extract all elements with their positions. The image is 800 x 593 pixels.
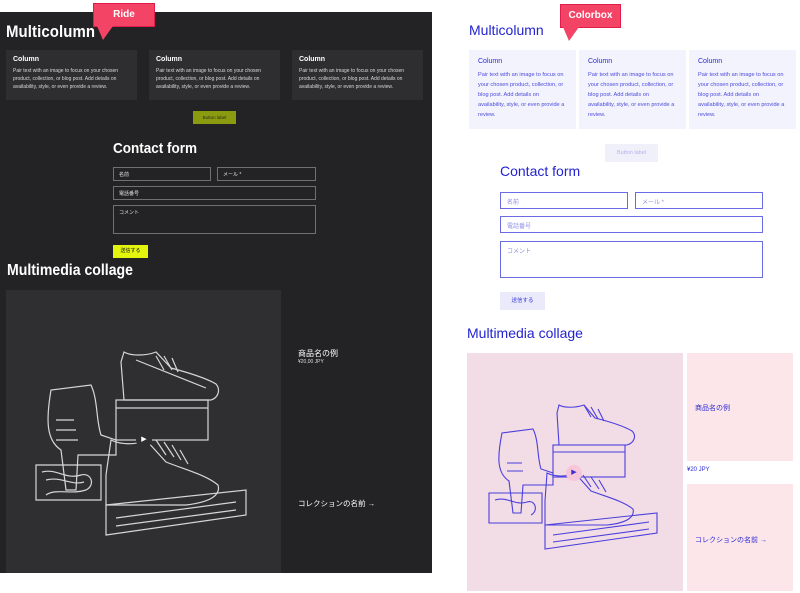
contact-form-title: Contact form [500,163,581,179]
callout-label: Ride [113,9,135,20]
phone-field[interactable]: 電話番号 [113,186,316,200]
column-text: Pair text with an image to focus on your… [588,72,675,118]
ride-theme-preview: Multicolumn Column Pair text with an ima… [0,12,432,573]
column-title: Column [13,56,40,63]
collection-link[interactable]: コレクションの名前 → [298,498,375,509]
column-card: Column Pair text with an image to focus … [469,50,576,129]
play-icon[interactable]: ▶ [569,468,579,478]
multicolumn-button[interactable]: Button label [193,111,236,124]
comment-field[interactable]: コメント [500,241,763,278]
column-text: Pair text with an image to focus on your… [156,68,262,90]
multicolumn-title: Multicolumn [469,22,544,38]
collage-video-tile[interactable]: ▶ [467,353,683,591]
play-icon[interactable]: ▶ [139,435,149,445]
column-title: Column [478,58,503,65]
column-title: Column [299,56,326,63]
column-card: Column Pair text with an image to focus … [292,50,423,100]
email-field[interactable]: メール * [217,167,316,181]
collage-video-tile[interactable]: ▶ [6,290,281,573]
column-card: Column Pair text with an image to focus … [579,50,686,129]
column-title: Column [156,56,183,63]
product-price: ¥20,00 JPY [298,359,324,365]
column-title: Column [588,58,613,65]
theme-callout-colorbox: Colorbox [560,4,621,41]
theme-callout-ride: Ride [93,3,155,40]
phone-field[interactable]: 電話番号 [500,216,763,233]
column-text: Pair text with an image to focus on your… [698,72,785,118]
column-title: Column [698,58,723,65]
column-text: Pair text with an image to focus on your… [299,68,405,90]
comment-field[interactable]: コメント [113,205,316,234]
column-text: Pair text with an image to focus on your… [13,68,119,90]
contact-form-title: Contact form [113,140,198,157]
send-button[interactable]: 送信する [500,292,545,310]
callout-tail [563,27,579,41]
product-name[interactable]: 商品名の例 [695,403,730,413]
product-price: ¥20 JPY [687,467,710,473]
column-card: Column Pair text with an image to focus … [6,50,137,100]
send-button[interactable]: 送信する [113,245,148,258]
product-name[interactable]: 商品名の例 [298,348,338,359]
callout-label: Colorbox [568,10,613,21]
shoes-illustration [35,351,247,536]
multicolumn-button[interactable]: Button label [605,144,658,162]
column-text: Pair text with an image to focus on your… [478,72,565,118]
collection-link[interactable]: コレクションの名前 → [695,535,767,545]
multimedia-collage-title: Multimedia collage [467,325,583,341]
email-field[interactable]: メール * [635,192,763,209]
multicolumn-title: Multicolumn [6,22,96,41]
multimedia-collage-title: Multimedia collage [7,262,133,279]
name-field[interactable]: 名前 [500,192,628,209]
column-card: Column Pair text with an image to focus … [149,50,280,100]
column-card: Column Pair text with an image to focus … [689,50,796,129]
name-field[interactable]: 名前 [113,167,211,181]
callout-tail [97,26,113,40]
colorbox-theme-preview: Multicolumn Column Pair text with an ima… [440,0,800,593]
